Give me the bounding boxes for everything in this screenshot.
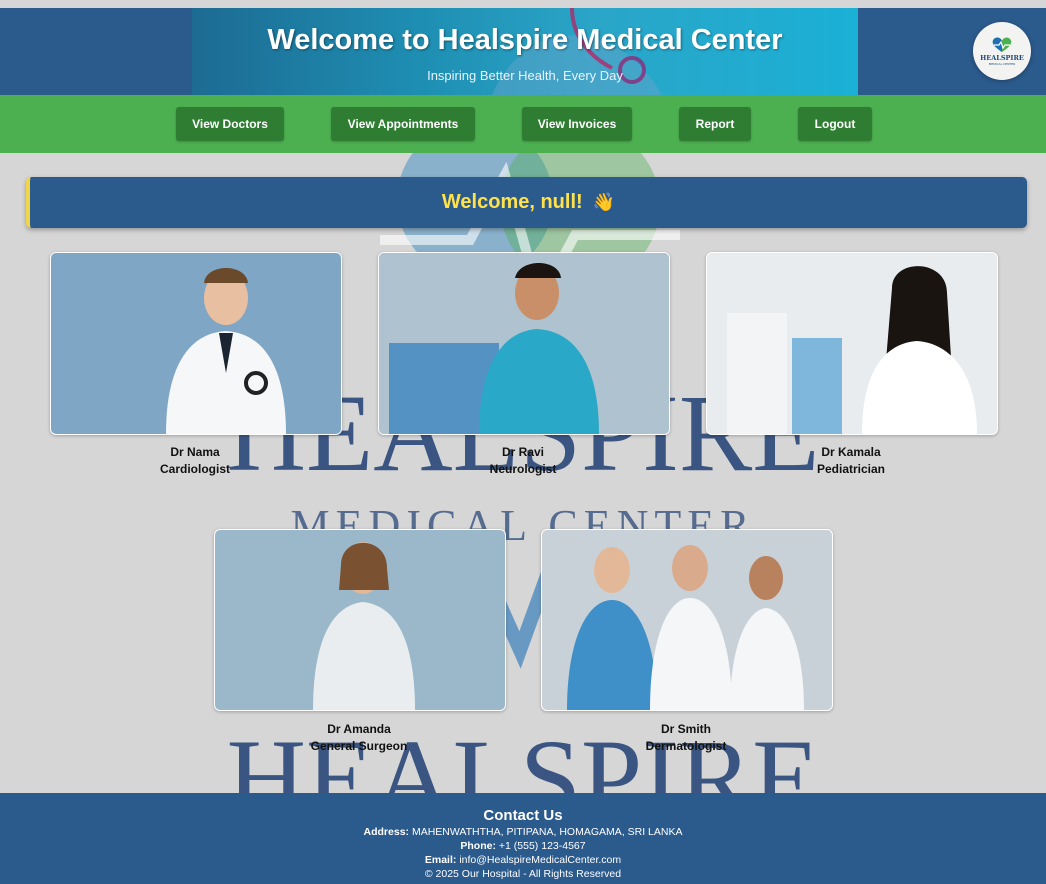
healspire-logo: HEALSPIRE MEDICAL CENTER xyxy=(973,22,1031,80)
welcome-text: Welcome, null! xyxy=(441,191,583,213)
doctor-name: Dr Ravi xyxy=(501,445,545,459)
logo-subtext: MEDICAL CENTER xyxy=(988,61,1016,66)
main-nav: View Doctors View Appointments View Invo… xyxy=(0,95,1046,153)
contact-title: Contact Us xyxy=(483,807,563,824)
page-subtitle: Inspiring Better Health, Every Day xyxy=(427,68,623,83)
doctor-specialty: Neurologist xyxy=(489,462,557,476)
doctor-portrait xyxy=(567,545,804,710)
doctor-photo xyxy=(50,252,342,435)
email-value[interactable]: info@HealspireMedicalCenter.com xyxy=(459,854,621,866)
doctor-specialty: Pediatrician xyxy=(816,462,886,476)
address-label: Address: xyxy=(363,826,410,838)
waving-hand-icon: 👋 xyxy=(592,192,616,212)
heart-logo-icon xyxy=(992,37,1012,52)
contact-email: Email: info@HealspireMedicalCenter.com xyxy=(0,854,1046,866)
hero-banner: Welcome to Healspire Medical Center Insp… xyxy=(192,8,858,95)
logo-text: HEALSPIRE xyxy=(980,53,1024,62)
doctor-specialty: Cardiologist xyxy=(159,462,230,476)
doctor-specialty: General Surgeon xyxy=(310,739,408,753)
address-value: MAHENWATHTHA, PITIPANA, HOMAGAMA, SRI LA… xyxy=(411,826,683,838)
report-button[interactable]: Report xyxy=(679,107,751,141)
doctor-portrait xyxy=(727,266,977,434)
copyright: © 2025 Our Hospital - All Rights Reserve… xyxy=(424,868,622,880)
contact-phone: Phone: +1 (555) 123-4567 xyxy=(0,840,1046,852)
doctor-portrait xyxy=(166,268,286,434)
doctor-name: Dr Nama xyxy=(170,445,220,459)
doctor-portrait xyxy=(379,253,669,434)
page-title: Welcome to Healspire Medical Center xyxy=(267,24,783,56)
doctor-photo xyxy=(706,252,998,435)
doctor-photo xyxy=(214,529,506,711)
view-appointments-button[interactable]: View Appointments xyxy=(331,107,475,141)
site-header: Welcome to Healspire Medical Center Insp… xyxy=(0,8,1046,95)
doctor-name: Dr Smith xyxy=(660,722,711,736)
logout-button[interactable]: Logout xyxy=(798,107,872,141)
doctor-name: Dr Amanda xyxy=(327,722,391,736)
email-label: Email: xyxy=(424,854,457,866)
phone-label: Phone: xyxy=(460,840,496,852)
doctor-portrait xyxy=(313,542,415,710)
welcome-banner: Welcome, null! 👋 xyxy=(26,177,1027,228)
doctor-photo xyxy=(378,252,670,435)
view-doctors-button[interactable]: View Doctors xyxy=(176,107,284,141)
phone-value: +1 (555) 123-4567 xyxy=(498,840,586,852)
doctor-name: Dr Kamala xyxy=(821,445,881,459)
view-invoices-button[interactable]: View Invoices xyxy=(522,107,632,141)
contact-footer: Contact Us Address: MAHENWATHTHA, PITIPA… xyxy=(0,793,1046,884)
doctor-photo xyxy=(541,529,833,711)
doctor-specialty: Dermatologist xyxy=(645,739,727,753)
contact-address: Address: MAHENWATHTHA, PITIPANA, HOMAGAM… xyxy=(0,826,1046,838)
